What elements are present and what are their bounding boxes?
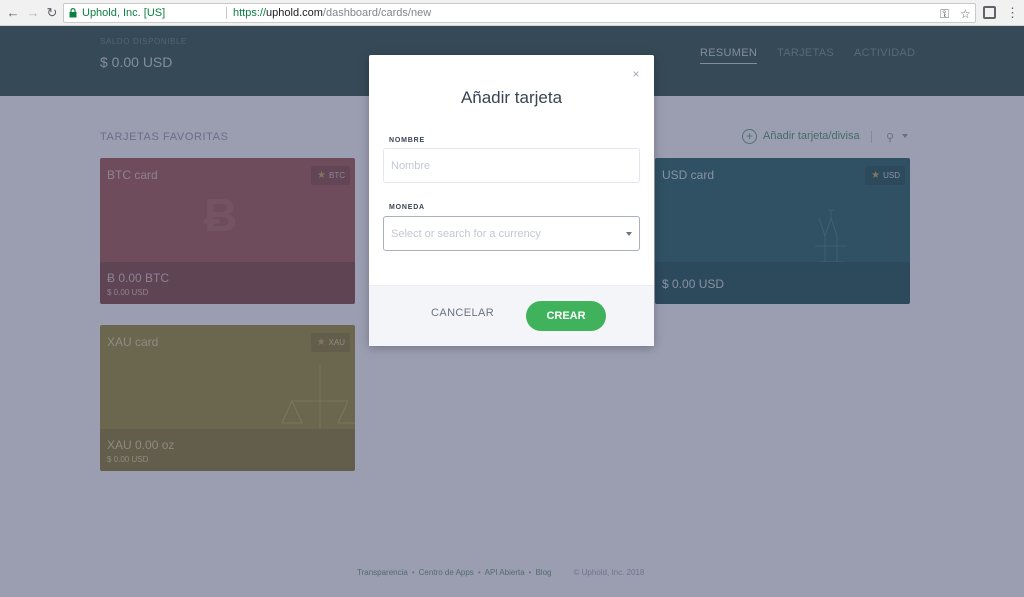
- currency-placeholder: Select or search for a currency: [391, 228, 541, 240]
- cancel-button[interactable]: CANCELAR: [431, 307, 494, 319]
- url-path: /dashboard/cards/new: [322, 7, 432, 19]
- back-icon[interactable]: ←: [5, 5, 21, 21]
- url-text: https://uphold.com/dashboard/cards/new: [233, 4, 431, 22]
- currency-label: MONEDA: [389, 204, 425, 211]
- currency-select[interactable]: Select or search for a currency: [383, 216, 640, 251]
- create-button[interactable]: CREAR: [526, 301, 606, 331]
- url-host: uphold.com: [266, 7, 323, 19]
- modal-footer: CANCELAR CREAR: [369, 285, 654, 346]
- close-icon[interactable]: ×: [631, 68, 641, 80]
- address-bar[interactable]: Uphold, Inc. [US] https://uphold.com/das…: [63, 3, 976, 23]
- name-label: NOMBRE: [389, 137, 425, 144]
- site-identity: Uphold, Inc. [US]: [82, 7, 166, 19]
- bookmark-star-icon[interactable]: ☆: [960, 5, 971, 23]
- modal-title: Añadir tarjeta: [460, 88, 563, 107]
- url-divider: [226, 7, 227, 19]
- key-icon[interactable]: ⚿: [940, 5, 949, 23]
- lock-icon: [69, 8, 77, 18]
- browser-toolbar: ← → ↻ Uphold, Inc. [US] https://uphold.c…: [0, 0, 1024, 26]
- extension-icon[interactable]: [983, 6, 996, 19]
- chevron-down-icon: [626, 232, 632, 236]
- name-input[interactable]: [383, 148, 640, 183]
- forward-icon[interactable]: →: [25, 5, 41, 21]
- add-card-modal: × Añadir tarjeta NOMBRE MONEDA Select or…: [369, 55, 654, 346]
- url-protocol: https://: [233, 7, 267, 19]
- browser-menu-icon[interactable]: ⋮: [1006, 4, 1019, 22]
- reload-icon[interactable]: ↻: [44, 5, 60, 21]
